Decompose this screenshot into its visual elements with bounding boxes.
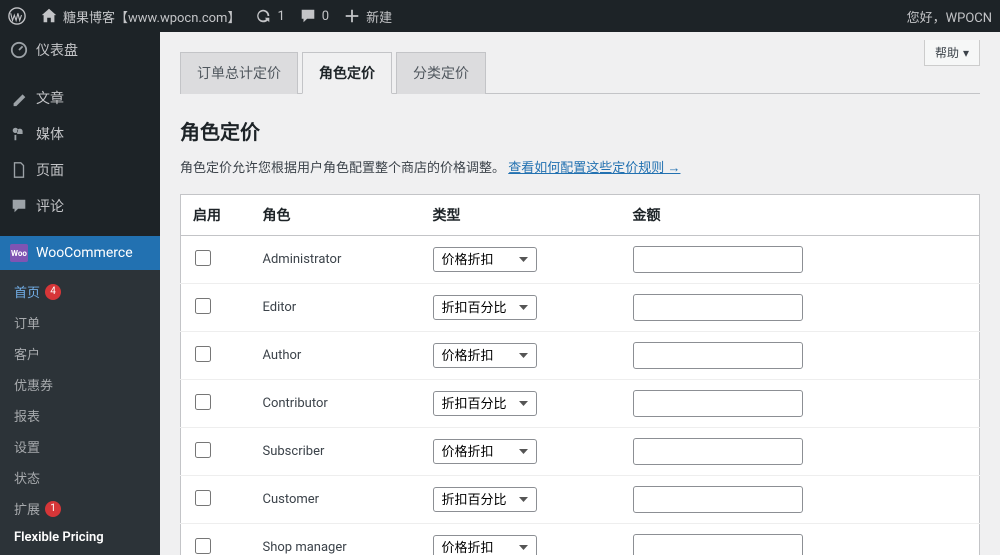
- amount-input[interactable]: [633, 486, 803, 513]
- enable-checkbox[interactable]: [195, 394, 211, 410]
- updates-link[interactable]: 1: [254, 7, 284, 25]
- pricing-tabs: 订单总计定价 角色定价 分类定价: [180, 52, 980, 94]
- account-greeting[interactable]: 您好，WPOCN: [907, 7, 992, 26]
- enable-checkbox[interactable]: [195, 346, 211, 362]
- help-button[interactable]: 帮助▾: [924, 40, 980, 66]
- type-select[interactable]: 价格折扣折扣百分比: [433, 295, 537, 320]
- sidebar-item-dashboard[interactable]: 仪表盘: [0, 32, 160, 68]
- table-row: Author 价格折扣折扣百分比: [181, 332, 980, 380]
- woo-icon: Woo: [10, 244, 28, 262]
- page-title: 角色定价: [180, 116, 980, 145]
- table-row: Subscriber 价格折扣折扣百分比: [181, 428, 980, 476]
- type-select[interactable]: 价格折扣折扣百分比: [433, 487, 537, 512]
- enable-checkbox[interactable]: [195, 490, 211, 506]
- submenu-item-reports[interactable]: 报表: [0, 400, 160, 431]
- role-label: Editor: [251, 284, 421, 332]
- submenu-item-settings[interactable]: 设置: [0, 431, 160, 462]
- col-enable: 启用: [181, 195, 251, 236]
- amount-input[interactable]: [633, 534, 803, 555]
- sidebar-item-pages[interactable]: 页面: [0, 152, 160, 188]
- role-label: Customer: [251, 476, 421, 524]
- submenu-item-customers[interactable]: 客户: [0, 338, 160, 369]
- amount-input[interactable]: [633, 390, 803, 417]
- badge: 1: [45, 501, 61, 517]
- chevron-down-icon: ▾: [963, 46, 969, 60]
- tab-category-pricing[interactable]: 分类定价: [396, 52, 486, 94]
- sidebar-item-woocommerce[interactable]: WooWooCommerce: [0, 236, 160, 270]
- type-select[interactable]: 价格折扣折扣百分比: [433, 439, 537, 464]
- submenu-item-home[interactable]: 首页4: [0, 276, 160, 307]
- submenu-item-coupons[interactable]: 优惠券: [0, 369, 160, 400]
- amount-input[interactable]: [633, 246, 803, 273]
- submenu-item-flexible-pricing[interactable]: Flexible Pricing: [0, 524, 160, 551]
- table-row: Editor 价格折扣折扣百分比: [181, 284, 980, 332]
- type-select[interactable]: 价格折扣折扣百分比: [433, 343, 537, 368]
- submenu-item-status[interactable]: 状态: [0, 462, 160, 493]
- enable-checkbox[interactable]: [195, 442, 211, 458]
- role-pricing-table: 启用 角色 类型 金额 Administrator价格折扣折扣百分比Editor…: [180, 194, 980, 555]
- comments-link[interactable]: 0: [299, 7, 329, 25]
- table-row: Customer 价格折扣折扣百分比: [181, 476, 980, 524]
- enable-checkbox[interactable]: [195, 298, 211, 314]
- type-select[interactable]: 价格折扣折扣百分比: [433, 247, 537, 272]
- type-select[interactable]: 价格折扣折扣百分比: [433, 535, 537, 555]
- amount-input[interactable]: [633, 294, 803, 321]
- config-rules-link[interactable]: 查看如何配置这些定价规则 →: [508, 161, 680, 176]
- main-content: 帮助▾ 订单总计定价 角色定价 分类定价 角色定价 角色定价允许您根据用户角色配…: [160, 32, 1000, 555]
- page-description: 角色定价允许您根据用户角色配置整个商店的价格调整。 查看如何配置这些定价规则 →: [180, 157, 980, 176]
- table-row: Administrator 价格折扣折扣百分比: [181, 236, 980, 284]
- role-label: Contributor: [251, 380, 421, 428]
- role-label: Administrator: [251, 236, 421, 284]
- admin-sidebar: 仪表盘 文章 媒体 页面 评论 WooWooCommerce 首页4 订单 客户…: [0, 32, 160, 555]
- enable-checkbox[interactable]: [195, 538, 211, 554]
- submenu-item-orders[interactable]: 订单: [0, 307, 160, 338]
- sidebar-item-media[interactable]: 媒体: [0, 116, 160, 152]
- submenu-item-extensions[interactable]: 扩展1: [0, 493, 160, 524]
- site-link[interactable]: 糖果博客【www.wpocn.com】: [40, 7, 240, 26]
- role-label: Subscriber: [251, 428, 421, 476]
- tab-order-total-pricing[interactable]: 订单总计定价: [180, 52, 298, 94]
- enable-checkbox[interactable]: [195, 250, 211, 266]
- table-row: Contributor 价格折扣折扣百分比: [181, 380, 980, 428]
- new-content-link[interactable]: 新建: [343, 7, 392, 26]
- sidebar-item-posts[interactable]: 文章: [0, 80, 160, 116]
- amount-input[interactable]: [633, 438, 803, 465]
- role-label: Author: [251, 332, 421, 380]
- role-label: Shop manager: [251, 524, 421, 555]
- sidebar-item-comments[interactable]: 评论: [0, 188, 160, 224]
- wp-logo[interactable]: [8, 7, 26, 25]
- table-row: Shop manager 价格折扣折扣百分比: [181, 524, 980, 555]
- woocommerce-submenu: 首页4 订单 客户 优惠券 报表 设置 状态 扩展1 Flexible Pric…: [0, 270, 160, 555]
- amount-input[interactable]: [633, 342, 803, 369]
- type-select[interactable]: 价格折扣折扣百分比: [433, 391, 537, 416]
- admin-toolbar: 糖果博客【www.wpocn.com】 1 0 新建 您好，WPOCN: [0, 0, 1000, 32]
- tab-role-pricing[interactable]: 角色定价: [302, 52, 392, 94]
- col-type: 类型: [421, 195, 621, 236]
- col-amount: 金额: [621, 195, 980, 236]
- col-role: 角色: [251, 195, 421, 236]
- badge: 4: [45, 284, 61, 300]
